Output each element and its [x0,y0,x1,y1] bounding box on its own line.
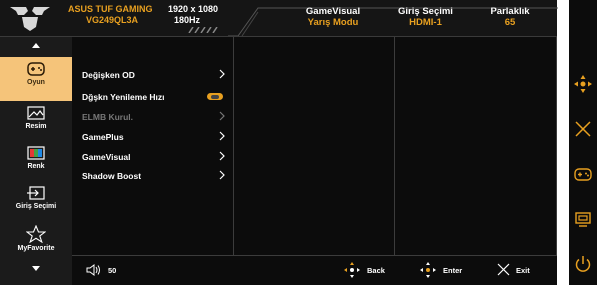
osd-window: ASUS TUF GAMING VG249QL3A 1920 x 1080 18… [0,0,558,286]
scroll-up-icon[interactable] [32,43,40,48]
sidebar-item-resim[interactable]: Resim [0,105,72,130]
menu-item-label: ELMB Kurul. [82,112,133,122]
menu-item-label: GameVisual [82,152,131,162]
header-bar: ASUS TUF GAMING VG249QL3A 1920 x 1080 18… [0,0,558,37]
gamevisual-title: GameVisual [305,6,361,17]
enter-label[interactable]: Enter [443,266,462,275]
control-button-strip [569,0,597,285]
refresh-value: 180Hz [174,15,201,25]
joystick-back-icon [344,262,360,278]
sidebar-item-label: Resim [25,123,47,130]
speaker-icon [86,264,100,276]
menu-item-elmb-kurul[interactable]: ELMB Kurul. [82,112,232,122]
sidebar-item-label: Renk [27,163,45,170]
adaptive-sync-toggle[interactable] [207,93,223,100]
header-stripes [188,27,218,33]
back-label[interactable]: Back [367,266,385,275]
gamepad-icon [27,62,45,76]
sidebar-item-label: Giriş Seçimi [15,203,57,210]
power-icon[interactable] [573,254,593,274]
column-divider [394,37,395,255]
input-icon [27,186,45,200]
resolution-info: 1920 x 1080 180Hz [168,4,238,26]
brightness-title: Parlaklık [490,6,530,17]
scroll-down-icon[interactable] [32,266,40,271]
chevron-right-icon [219,111,225,121]
menu-item-label: Dğşkn Yenileme Hızı [82,92,165,102]
chevron-right-icon [219,151,225,161]
brightness-value: 65 [504,17,516,28]
sidebar-item-myfavorite[interactable]: MyFavorite [0,225,72,252]
color-bars-icon [27,146,45,160]
column-divider [233,37,234,255]
menu-item-gameplus[interactable]: GamePlus [82,132,232,142]
input-title: Giriş Seçimi [398,6,453,17]
sidebar-item-giris-secimi[interactable]: Giriş Seçimi [0,185,72,210]
sidebar: Oyun Resim Renk Giriş Seçimi MyFavorite [0,37,72,285]
sidebar-item-renk[interactable]: Renk [0,145,72,170]
input-value: HDMI-1 [409,17,442,28]
gamepad-icon[interactable] [573,164,593,184]
close-icon[interactable] [573,119,593,139]
joystick-icon[interactable] [573,74,593,94]
tuf-logo [10,7,50,31]
close-icon [497,263,510,276]
menu-item-label: GamePlus [82,132,124,142]
joystick-enter-icon [420,262,436,278]
footer-bar: 50 Back Enter Exit [72,255,557,286]
gameplus-icon[interactable] [573,209,593,229]
sidebar-item-oyun[interactable]: Oyun [0,57,72,101]
chevron-right-icon [219,69,225,79]
gamevisual-value: Yarış Modu [307,17,359,28]
menu-item-label: Shadow Boost [82,171,142,181]
menu-item-gamevisual[interactable]: GameVisual [82,152,232,162]
menu-item-label: Değişken OD [82,70,135,80]
menu-item-degisken-od[interactable]: Değişken OD [82,70,232,80]
input-status: Giriş Seçimi HDMI-1 [383,6,468,28]
column-divider [556,37,557,255]
exit-label[interactable]: Exit [516,266,530,275]
resolution-value: 1920 x 1080 [168,4,219,14]
menu-item-shadow-boost[interactable]: Shadow Boost [82,171,232,181]
sidebar-item-label: Oyun [27,79,45,86]
gamevisual-status: GameVisual Yarış Modu [288,6,378,28]
chevron-right-icon [219,131,225,141]
volume-value: 50 [108,266,117,275]
brightness-status: Parlaklık 65 [470,6,550,28]
image-icon [27,106,45,120]
chevron-right-icon [219,170,225,180]
star-icon [26,225,46,243]
sidebar-item-label: MyFavorite [17,245,55,252]
